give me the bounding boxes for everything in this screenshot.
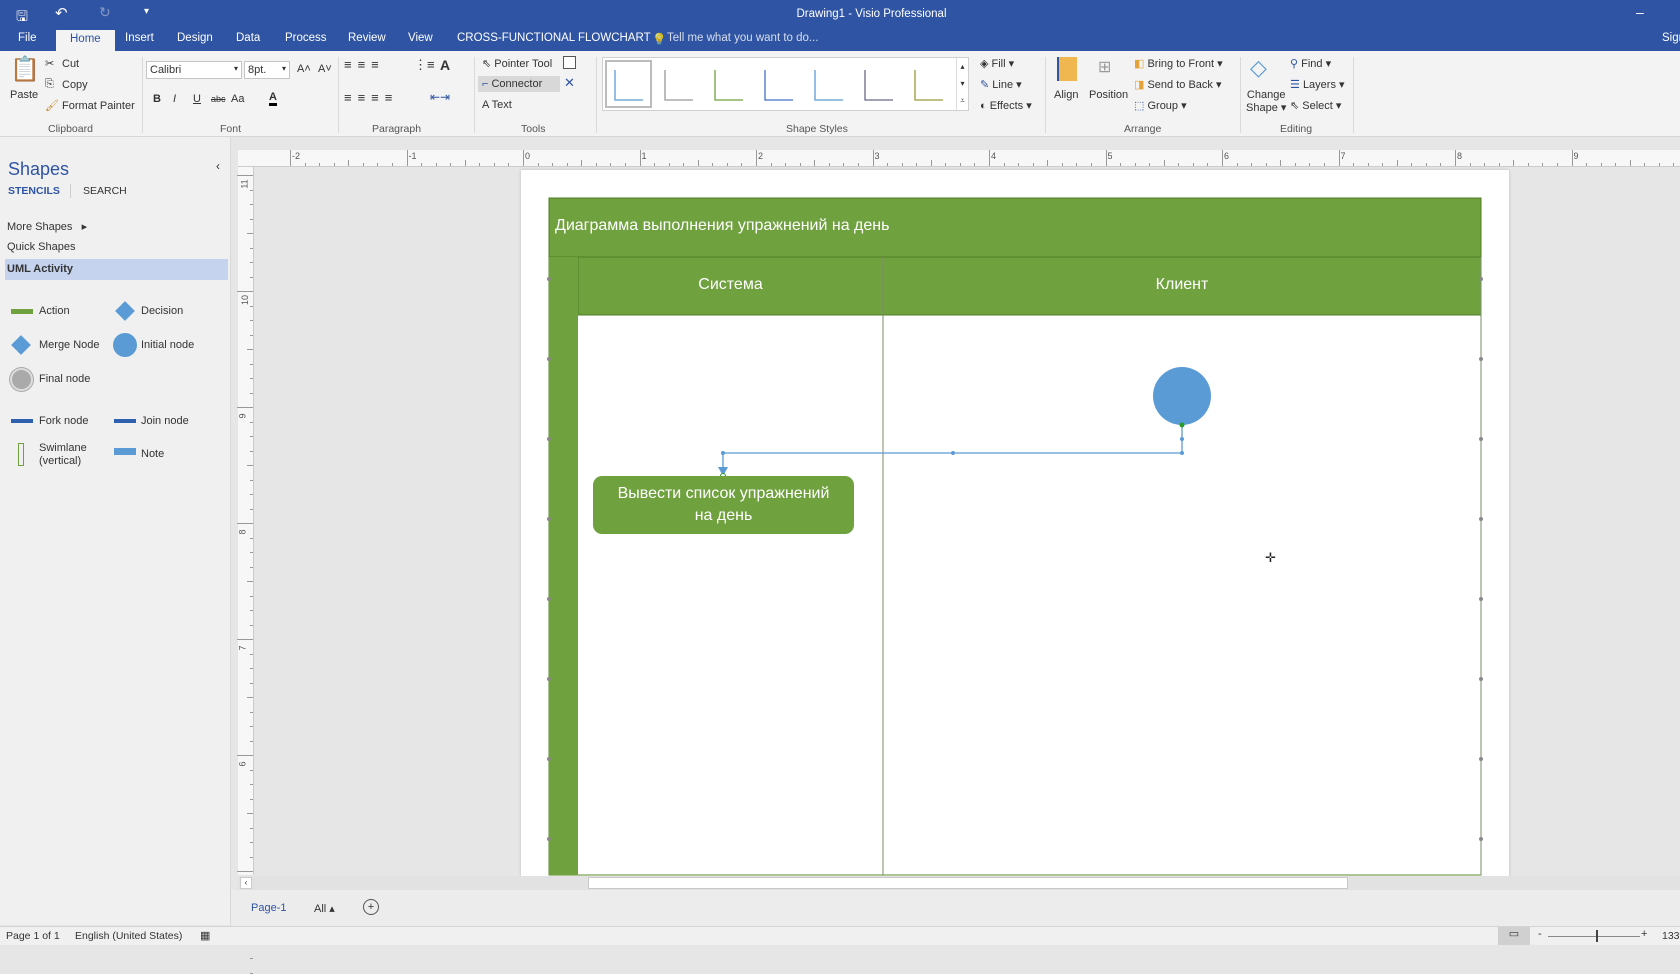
page-count[interactable]: Page 1 of 1 [6,930,60,942]
mouse-cursor-icon: ✛ [1265,550,1276,565]
zoom-in-button[interactable]: + [1641,928,1647,940]
selection-handles [547,277,1483,841]
macro-record-icon[interactable]: ▦ [200,929,210,942]
language-status[interactable]: English (United States) [75,930,182,942]
initial-node[interactable] [1153,367,1211,425]
page-tab-page-1[interactable]: Page-1 [251,902,286,914]
fit-page-button[interactable]: ▭ [1498,927,1530,945]
action-node-label: Вывести список упражнений на день [617,485,830,524]
zoom-level[interactable]: 133% [1662,930,1680,942]
page-tabs-bar: Page-1 All ▴ + [231,890,1680,926]
connector[interactable] [722,425,1183,470]
add-page-button[interactable]: + [363,899,379,915]
connector-handles [721,437,1184,455]
phase-strip[interactable] [549,257,578,875]
scrollbar-thumb[interactable] [588,877,1348,889]
connection-point-start [1179,422,1185,428]
diagram-layer: ✛ [547,197,1483,876]
diagram-title: Диаграмма выполнения упражнений на день [555,217,890,234]
all-pages-button[interactable]: All ▴ [314,902,335,915]
status-bar: Page 1 of 1 English (United States) ▦ ▭ … [0,926,1680,945]
zoom-slider[interactable] [1548,936,1640,937]
lane-label-client[interactable]: Клиент [883,276,1481,294]
zoom-slider-thumb[interactable] [1596,930,1598,942]
horizontal-scrollbar[interactable]: ‹ [238,876,1680,890]
lane-label-system[interactable]: Система [578,276,883,294]
scroll-left-button[interactable]: ‹ [240,877,252,889]
zoom-out-button[interactable]: - [1538,928,1542,940]
